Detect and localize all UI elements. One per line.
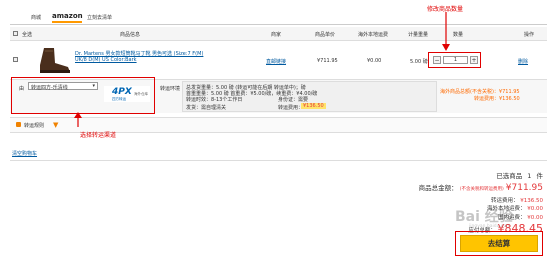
forward-section: 由 转运四方-乐清线 ▾ 4PX 四方转运 海外仓库 转运环境 总发货重量：5.… bbox=[10, 77, 547, 114]
forward-rules-link[interactable]: 转运规则 bbox=[24, 122, 44, 129]
product-thumbnail[interactable] bbox=[32, 45, 74, 75]
amazon-tab-underline bbox=[52, 21, 82, 23]
product-row: Dr. Martens 男女款短筒靴马丁靴 男色可选 (Size:7 F(M) … bbox=[10, 41, 547, 79]
tab-direct[interactable]: 立刻去清单 bbox=[87, 14, 112, 21]
baidu-watermark: Bai 经验 jingyan.baidu.com bbox=[455, 206, 535, 236]
forward-tax-label: 身份证：需要 bbox=[278, 97, 309, 103]
annotation-forward-arrow bbox=[74, 112, 82, 127]
forward-fee-label: 转运费用： bbox=[278, 105, 304, 111]
product-domestic-fee: ¥0.00 bbox=[367, 58, 382, 64]
forward-fee-value: ¥136.50 bbox=[301, 103, 326, 109]
forward-summary-line2: 转运费用：¥136.50 bbox=[474, 96, 520, 102]
forward-highlight-box bbox=[11, 77, 155, 114]
total-label: 商品总金额： bbox=[418, 184, 458, 192]
forward-info-box: 总发货重量：5.00 磅 (转运可能在后期 转运单中)；磅 首重重量：5.00 … bbox=[182, 81, 437, 112]
col-qty: 数量 bbox=[453, 32, 464, 38]
product-checkbox[interactable] bbox=[13, 57, 18, 62]
selected-count-row: 已选商品 1 件 bbox=[496, 170, 543, 180]
qty-input[interactable]: 1 bbox=[443, 56, 468, 64]
forward-fee-row: 转运费用： ¥136.50 bbox=[491, 196, 543, 204]
col-merchant: 商家 bbox=[271, 32, 282, 38]
watermark-text: Bai 经验 bbox=[455, 209, 513, 225]
product-merchant-link[interactable]: 直邮链接 bbox=[266, 58, 286, 65]
watermark-sub: jingyan.baidu.com bbox=[469, 224, 511, 229]
clear-cart-link[interactable]: 清空购物车 bbox=[12, 150, 37, 157]
selected-unit: 件 bbox=[536, 172, 544, 180]
total-value: ¥711.95 bbox=[505, 183, 543, 193]
rules-dropdown-icon[interactable]: ▼ bbox=[53, 121, 58, 129]
select-all-label: 全选 bbox=[22, 32, 33, 38]
product-name-line1[interactable]: Dr. Martens 男女款短筒靴马丁靴 男色可选 (Size:7 F(M) bbox=[75, 50, 203, 57]
total-note: (不含关税和转运费用) bbox=[459, 187, 504, 192]
checkout-button[interactable]: 去结算 bbox=[460, 235, 538, 252]
col-price: 商品单价 bbox=[315, 32, 336, 38]
summary-divider bbox=[10, 160, 547, 161]
col-weight: 计量重量 bbox=[408, 32, 429, 38]
selected-label: 已选商品 bbox=[496, 172, 523, 180]
delete-link[interactable]: 删除 bbox=[518, 58, 528, 65]
forward-info-line3: 转运时效：8-13个工作日 bbox=[186, 97, 243, 103]
amazon-logo[interactable]: amazon bbox=[52, 12, 83, 20]
annotation-forward: 选择转运渠道 bbox=[80, 132, 117, 139]
product-name-line2[interactable]: UK/8 D(M) US Color:Bark bbox=[75, 57, 137, 63]
qty-decrease-button[interactable]: − bbox=[433, 56, 441, 64]
rules-icon bbox=[16, 122, 21, 127]
product-price: ¥711.95 bbox=[317, 58, 338, 64]
product-weight: 5.00 磅 bbox=[410, 59, 428, 65]
select-all-checkbox[interactable] bbox=[13, 31, 18, 36]
col-product: 商品信息 bbox=[120, 32, 141, 38]
forward-service-label: 转运环境 bbox=[160, 86, 181, 92]
selected-count: 1 bbox=[527, 172, 532, 180]
forward-summary-line1: 海外商品总额(不含关税)：¥711.95 bbox=[440, 89, 520, 95]
col-domestic-fee: 海外本地运费 bbox=[358, 32, 389, 38]
cart-table-header: 全选 商品信息 商家 商品单价 海外本地运费 计量重量 数量 操作 bbox=[10, 27, 547, 41]
forward-ship-label: 发货：需自理清关 bbox=[186, 105, 227, 111]
qty-increase-button[interactable]: + bbox=[470, 56, 478, 64]
tab-mall[interactable]: 商城 bbox=[31, 14, 41, 21]
store-tabs: 商城 amazon 立刻去清单 bbox=[10, 10, 547, 25]
total-row: 商品总金额： (不含关税和转运费用) ¥711.95 bbox=[419, 182, 543, 193]
col-operation: 操作 bbox=[524, 32, 535, 38]
